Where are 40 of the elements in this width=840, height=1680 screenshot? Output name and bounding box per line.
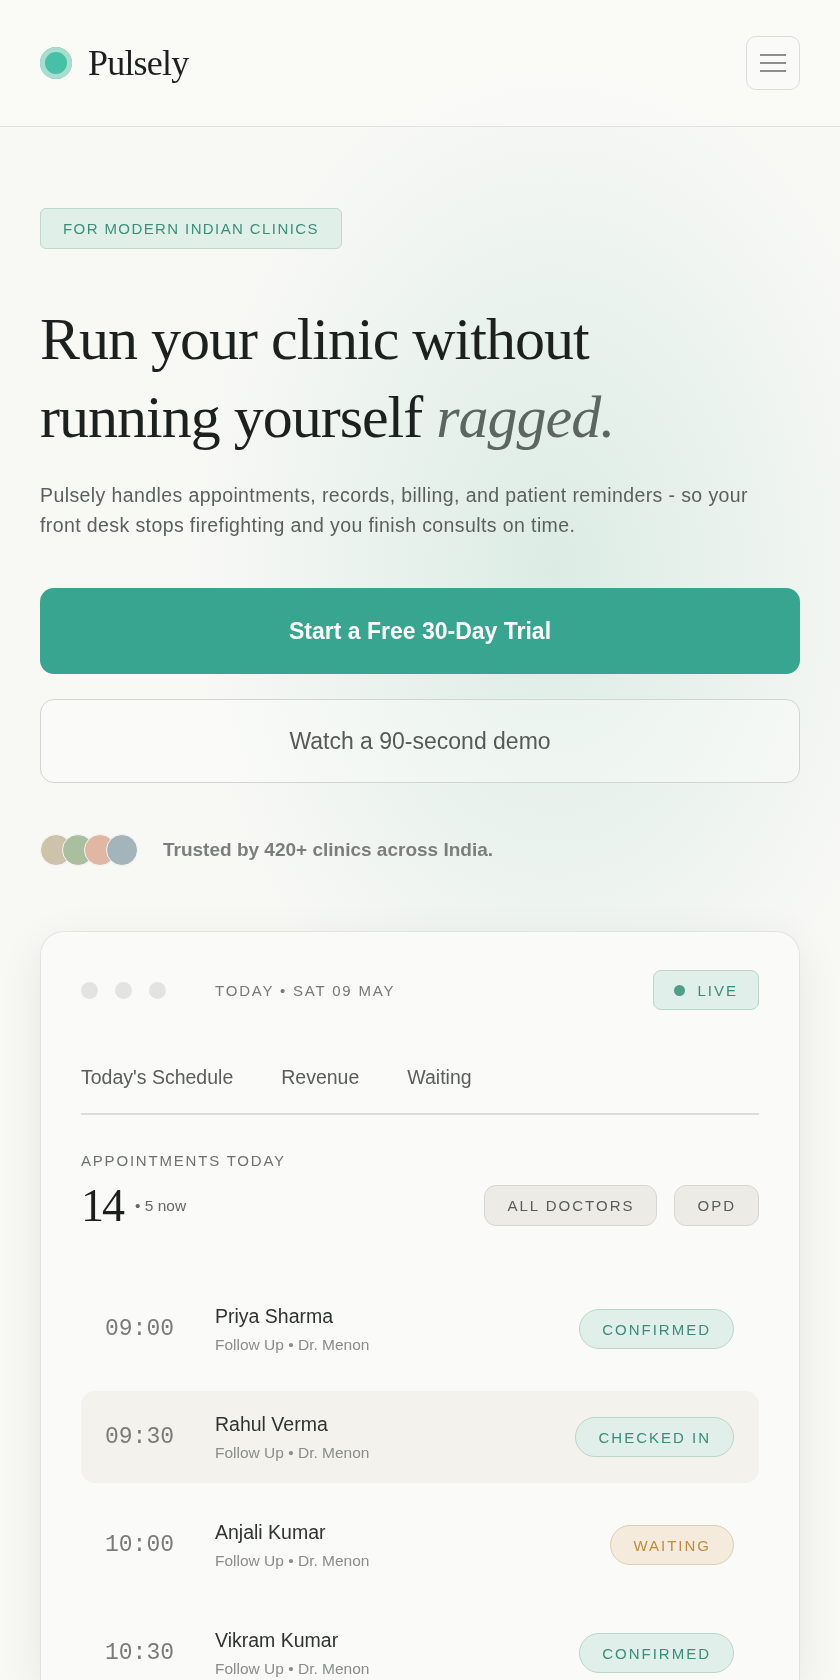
logo-icon bbox=[40, 47, 72, 79]
hero-description: Pulsely handles appointments, records, billing, and patient reminders - so your front desk stops firefighting and you finish consults on time. bbox=[40, 483, 749, 538]
menu-icon bbox=[760, 54, 786, 72]
menu-button[interactable] bbox=[746, 36, 800, 90]
watch-demo-button[interactable]: Watch a 90-second demo bbox=[40, 699, 800, 783]
appointment-time: 10:00 bbox=[105, 1532, 175, 1558]
appointment-details: Follow Up • Dr. Menon bbox=[215, 1551, 370, 1570]
appointment-row[interactable]: 10:30 Vikram Kumar Follow Up • Dr. Menon CONFIRMED bbox=[81, 1607, 759, 1680]
patient-name: Anjali Kumar bbox=[215, 1520, 326, 1544]
status-dot-icon bbox=[674, 984, 686, 996]
section-label: APPOINTMENTS TODAY bbox=[81, 1152, 287, 1169]
tab[interactable]: Waiting bbox=[407, 1056, 472, 1113]
status-tag: CONFIRMED bbox=[579, 1309, 734, 1349]
appointment-count: 14 bbox=[81, 1184, 123, 1227]
status-tag: CONFIRMED bbox=[579, 1633, 734, 1673]
appointment-details: Follow Up • Dr. Menon bbox=[215, 1443, 370, 1462]
hero-headline: Run your clinic without running yourself ragged. bbox=[40, 305, 616, 452]
appointment-time: 09:30 bbox=[105, 1424, 175, 1450]
status-tag: WAITING bbox=[610, 1525, 734, 1565]
brand-name: Pulsely bbox=[88, 42, 189, 84]
appointment-details: Follow Up • Dr. Menon bbox=[215, 1659, 370, 1678]
appointment-time: 10:30 bbox=[105, 1640, 175, 1666]
tab[interactable]: Revenue bbox=[281, 1056, 360, 1113]
patient-name: Priya Sharma bbox=[215, 1304, 334, 1328]
appointment-row[interactable]: 09:30 Rahul Verma Follow Up • Dr. Menon CHECKED IN bbox=[81, 1391, 759, 1483]
filter-chip[interactable]: OPD bbox=[674, 1185, 759, 1226]
eyebrow-tag: FOR MODERN INDIAN CLINICS bbox=[40, 208, 342, 249]
tab[interactable]: Today's Schedule bbox=[81, 1056, 234, 1113]
live-label: LIVE bbox=[697, 981, 738, 999]
trust-text: Trusted by 420+ clinics across India. bbox=[163, 839, 493, 861]
now-count: • 5 now bbox=[135, 1196, 187, 1215]
appointment-row[interactable]: 09:00 Priya Sharma Follow Up • Dr. Menon CONFIRMED bbox=[81, 1283, 759, 1375]
filter-chip[interactable]: ALL DOCTORS bbox=[484, 1185, 658, 1226]
date-text: TODAY • SAT 09 MAY bbox=[215, 981, 396, 999]
appointment-row[interactable]: 10:00 Anjali Kumar Follow Up • Dr. Menon WAITING bbox=[81, 1499, 759, 1591]
appointment-details: Follow Up • Dr. Menon bbox=[215, 1335, 370, 1354]
patient-name: Rahul Verma bbox=[215, 1412, 328, 1436]
status-tag: CHECKED IN bbox=[575, 1417, 734, 1457]
appointment-time: 09:00 bbox=[105, 1316, 175, 1342]
patient-name: Vikram Kumar bbox=[215, 1628, 339, 1652]
